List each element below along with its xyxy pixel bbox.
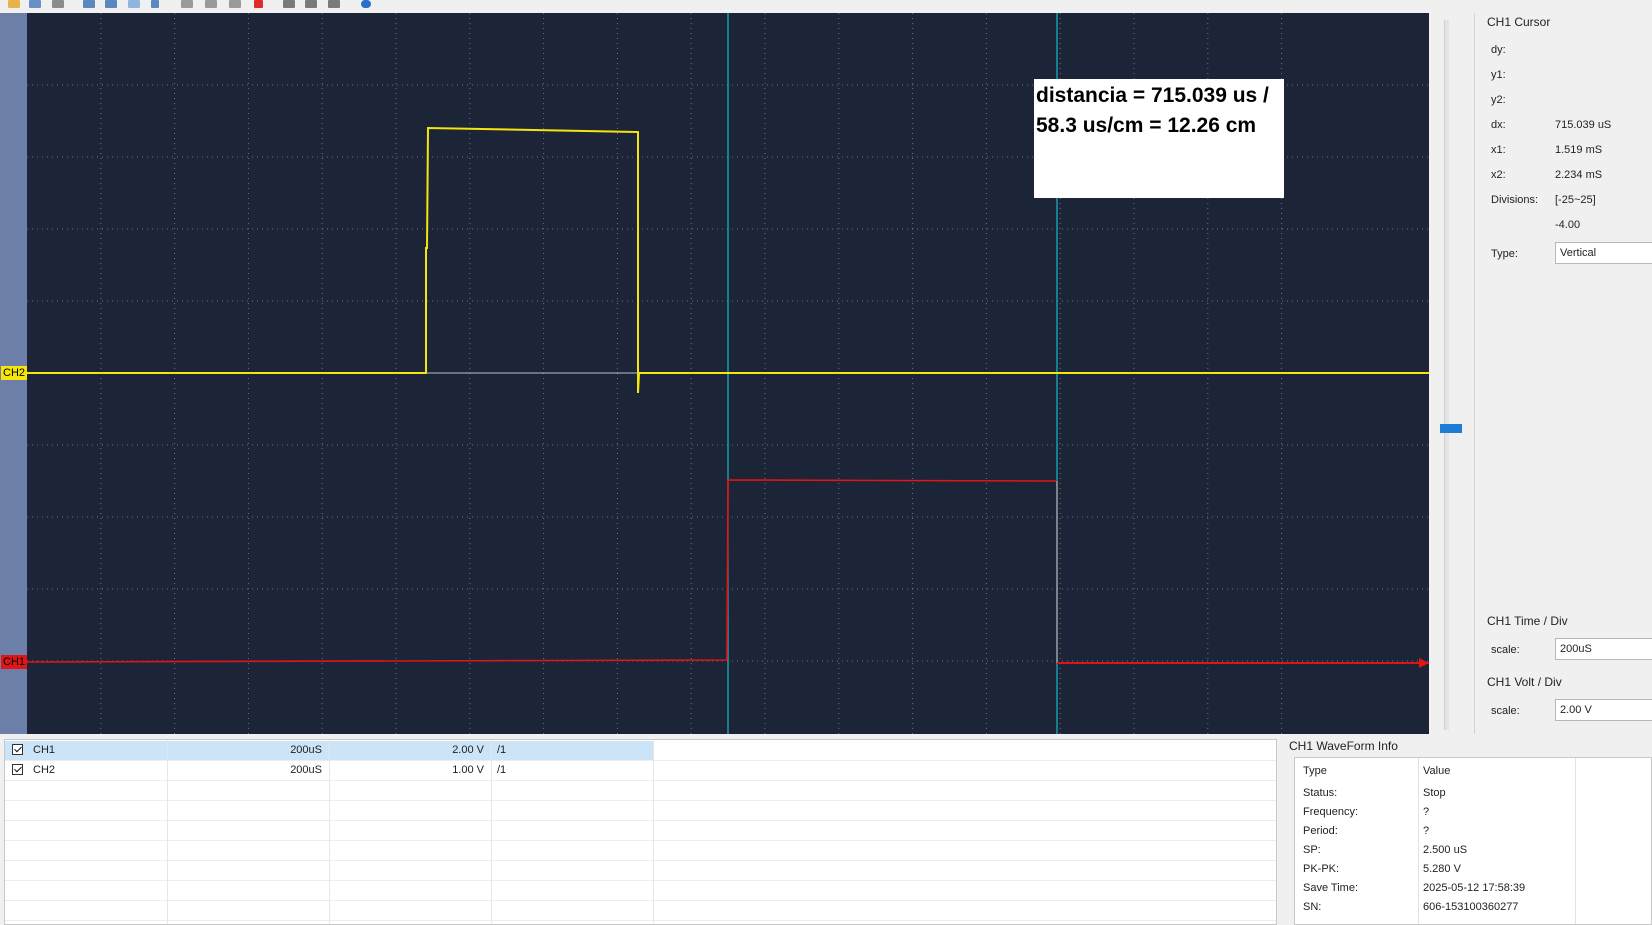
channel-name: CH1 [33, 744, 56, 756]
table-row [5, 861, 1276, 881]
cursor-row-label: y1: [1491, 69, 1506, 81]
info-value: 5.280 V [1423, 863, 1461, 875]
play-icon[interactable] [283, 0, 295, 8]
cursor-dx-value: 715.039 uS [1555, 119, 1612, 131]
toolbar [0, 0, 1652, 10]
export-icon[interactable] [229, 0, 241, 8]
channel-time: 200uS [290, 764, 322, 776]
annotation-line-1: distancia = 715.039 us / [1036, 84, 1269, 107]
header-type: Type [1303, 765, 1327, 777]
table-row: SP: 2.500 uS [1295, 841, 1651, 860]
ch1-marker[interactable]: CH1 [1, 655, 28, 669]
table-icon[interactable] [83, 0, 95, 8]
info-type: PK-PK: [1303, 863, 1340, 875]
cursor-row-label: x1: [1491, 144, 1506, 156]
info-value: ? [1423, 825, 1430, 837]
volt-scale-field[interactable]: 2.00 V [1555, 699, 1652, 721]
cursor-row-label: dy: [1491, 44, 1506, 56]
column-divider [653, 740, 654, 924]
waveform-info-title: CH1 WaveForm Info [1289, 739, 1398, 753]
cursor-icon[interactable] [151, 0, 159, 8]
info-type: Frequency: [1303, 806, 1359, 818]
header-value: Value [1423, 765, 1451, 777]
cursor-x2-value: 2.234 mS [1555, 169, 1603, 181]
cursor-row-label: y2: [1491, 94, 1506, 106]
slider-thumb[interactable] [1440, 424, 1462, 433]
channel-table: CH1 200uS 2.00 V /1 CH2 200uS 1.00 V /1 [4, 739, 1277, 925]
snapshot-icon[interactable] [305, 0, 317, 8]
time-scale-field[interactable]: 200uS [1555, 638, 1652, 660]
table-row [5, 901, 1276, 921]
time-scale-label: scale: [1491, 644, 1520, 656]
cursor-row-label: dx: [1491, 119, 1506, 131]
channel-probe: /1 [497, 764, 507, 776]
distance-annotation: distancia = 715.039 us / 58.3 us/cm = 12… [1034, 79, 1284, 198]
stop-icon[interactable] [254, 0, 263, 8]
table-row [5, 841, 1276, 861]
grid-icon[interactable] [105, 0, 117, 8]
copy-icon[interactable] [205, 0, 217, 8]
channel-name: CH2 [33, 764, 56, 776]
channel-row-ch1[interactable]: CH1 200uS 2.00 V /1 [5, 741, 1276, 761]
settings-icon[interactable] [181, 0, 193, 8]
print-icon[interactable] [52, 0, 64, 8]
cursor-panel: CH1 Cursor dy: y1: y2: dx: 715.039 uS x1… [1474, 13, 1652, 734]
ch2-checkbox[interactable] [12, 764, 23, 775]
channel-volt: 2.00 V [452, 744, 484, 756]
ch2-marker[interactable]: CH2 [1, 366, 28, 380]
waveform-info-panel: CH1 WaveForm Info Type Value Status: Sto… [1286, 737, 1652, 925]
column-divider [167, 740, 168, 924]
camera-icon[interactable] [328, 0, 340, 8]
column-divider [491, 740, 492, 924]
measure-icon[interactable] [128, 0, 140, 8]
waveform-info-table: Type Value Status: Stop Frequency: ? Per… [1294, 757, 1652, 925]
info-type: Period: [1303, 825, 1338, 837]
cursor-x1-value: 1.519 mS [1555, 144, 1603, 156]
info-value: ? [1423, 806, 1430, 818]
channel-volt: 1.00 V [452, 764, 484, 776]
info-value: 2025-05-12 17:58:39 [1423, 882, 1526, 894]
annotation-line-2: 58.3 us/cm = 12.26 cm [1036, 114, 1257, 137]
cursor-divisions-value: -4.00 [1555, 219, 1581, 231]
table-row: SN: 606-153100360277 [1295, 898, 1651, 917]
info-value: Stop [1423, 787, 1446, 799]
info-value: 2.500 uS [1423, 844, 1468, 856]
ch1-arrow-icon [1419, 658, 1429, 668]
save-icon[interactable] [29, 0, 41, 8]
cursor-type-label: Type: [1491, 248, 1518, 260]
table-row: PK-PK: 5.280 V [1295, 860, 1651, 879]
volt-div-title: CH1 Volt / Div [1487, 675, 1562, 689]
cursor-type-select[interactable]: Vertical [1555, 242, 1652, 264]
info-type: Save Time: [1303, 882, 1359, 894]
cursor-row-label: x2: [1491, 169, 1506, 181]
cursor-row-label: Divisions: [1491, 194, 1539, 206]
open-icon[interactable] [8, 0, 20, 8]
column-divider [329, 740, 330, 924]
info-type: SN: [1303, 901, 1322, 913]
table-row: Save Time: 2025-05-12 17:58:39 [1295, 879, 1651, 898]
time-div-title: CH1 Time / Div [1487, 614, 1568, 628]
volt-scale-label: scale: [1491, 705, 1520, 717]
channel-row-ch2[interactable]: CH2 200uS 1.00 V /1 [5, 761, 1276, 781]
table-row: Status: Stop [1295, 784, 1651, 803]
info-type: Status: [1303, 787, 1338, 799]
table-row [5, 821, 1276, 841]
cursor-panel-title: CH1 Cursor [1487, 15, 1551, 29]
cursor-divisions-range: [-25~25] [1555, 194, 1596, 206]
table-row: Frequency: ? [1295, 803, 1651, 822]
table-row [5, 881, 1276, 901]
table-row [5, 781, 1276, 801]
help-icon[interactable] [361, 0, 371, 8]
info-type: SP: [1303, 844, 1321, 856]
ch1-checkbox[interactable] [12, 744, 23, 755]
table-row: Period: ? [1295, 822, 1651, 841]
channel-time: 200uS [290, 744, 322, 756]
info-value: 606-153100360277 [1423, 901, 1519, 913]
channel-probe: /1 [497, 744, 507, 756]
ch1-waveform [27, 479, 1058, 663]
waveform-header-row: Type Value [1295, 762, 1651, 781]
vertical-offset-slider[interactable] [1444, 20, 1449, 730]
table-row [5, 801, 1276, 821]
